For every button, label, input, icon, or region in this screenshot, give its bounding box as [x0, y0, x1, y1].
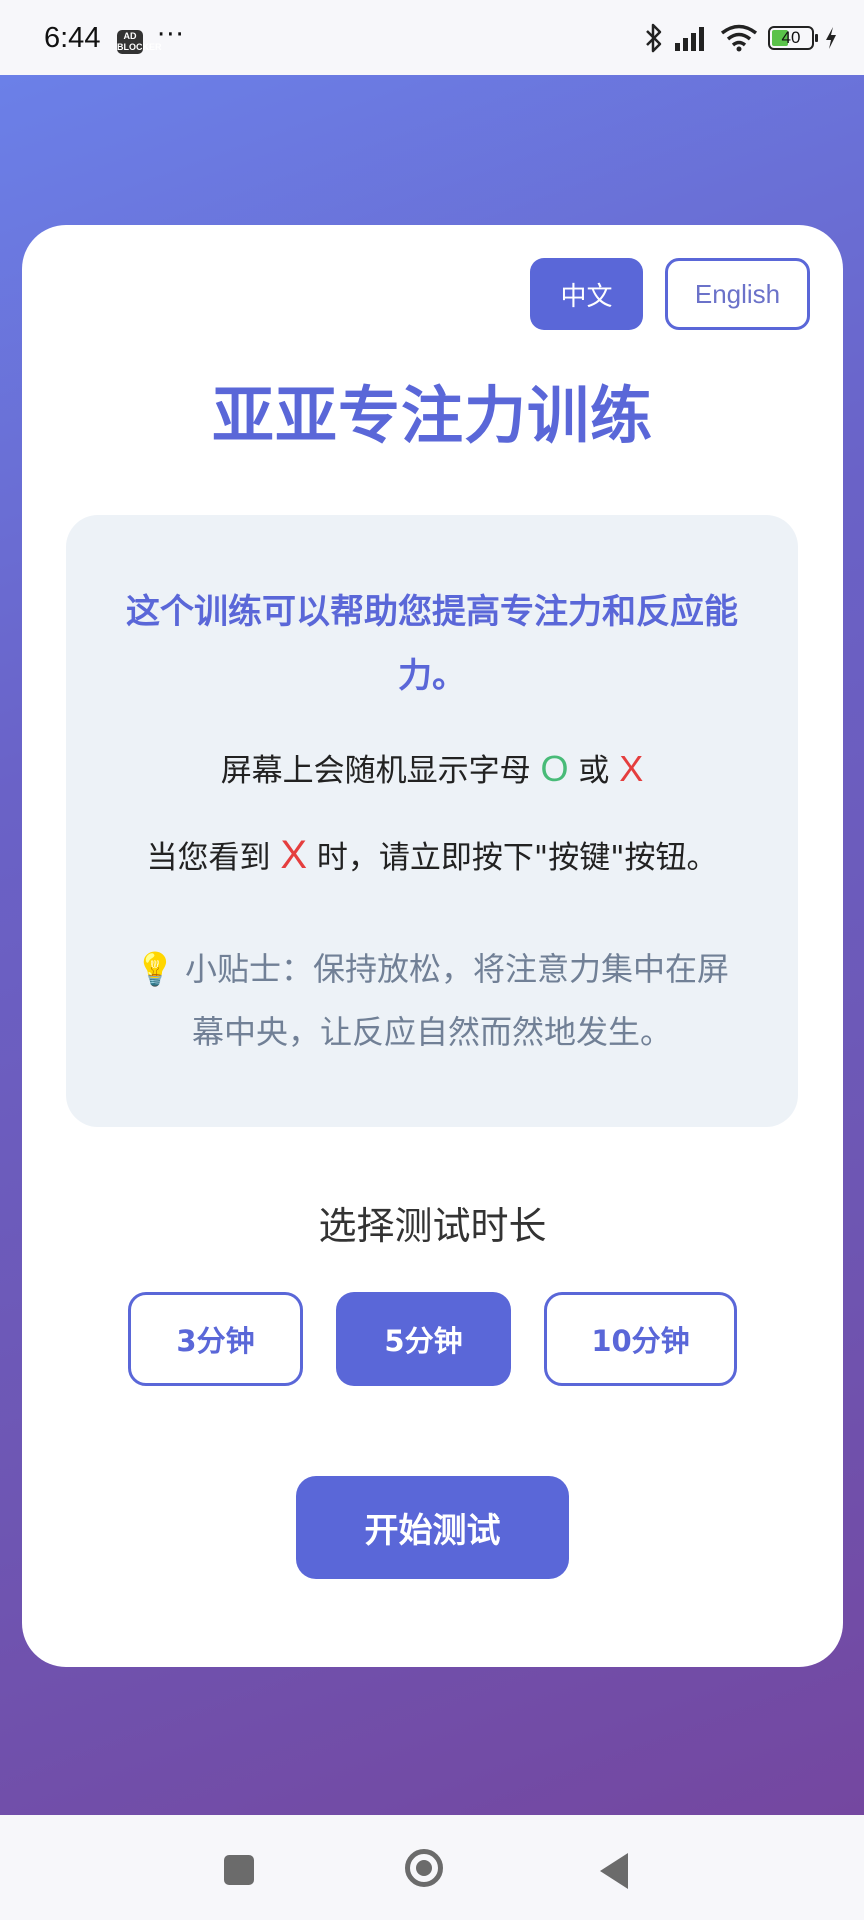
letter-o: O — [540, 748, 569, 789]
charging-icon — [826, 27, 836, 49]
status-bar: 6:44 AD BLOCKER ··· 40 — [0, 0, 864, 75]
home-icon[interactable] — [405, 1849, 443, 1887]
rule1-middle: 或 — [568, 753, 620, 789]
start-test-button[interactable]: 开始测试 — [296, 1476, 569, 1579]
navigation-bar — [0, 1815, 864, 1920]
rule2-suffix: 时，请立即按下"按键"按钮。 — [307, 840, 718, 876]
rule1-prefix: 屏幕上会随机显示字母 — [220, 753, 541, 789]
duration-label: 选择测试时长 — [318, 1204, 547, 1248]
back-icon[interactable] — [600, 1853, 628, 1889]
tip-text: 💡 小贴士：保持放松，将注意力集中在屏幕中央，让反应自然而然地发生。 — [120, 938, 744, 1064]
intro-text: 这个训练可以帮助您提高专注力和反应能力。 — [126, 592, 738, 696]
language-english-button[interactable]: English — [665, 258, 810, 330]
ad-blocker-icon: AD BLOCKER — [117, 30, 162, 54]
lightbulb-icon: 💡 — [134, 950, 175, 988]
rule-press-button: 当您看到 X 时，请立即按下"按键"按钮。 — [66, 832, 798, 878]
letter-x-highlight: X — [280, 833, 308, 877]
recent-apps-icon[interactable] — [224, 1855, 254, 1885]
status-time: 6:44 — [44, 22, 101, 54]
language-chinese-button[interactable]: 中文 — [530, 258, 643, 330]
signal-icon — [675, 27, 704, 51]
rule-display-letters: 屏幕上会随机显示字母 O 或 X — [66, 745, 798, 790]
tip-content: 小贴士：保持放松，将注意力集中在屏幕中央，让反应自然而然地发生。 — [185, 950, 730, 1051]
battery-icon: 40 — [768, 26, 818, 50]
rule2-prefix: 当您看到 — [146, 840, 281, 876]
wifi-icon — [720, 24, 758, 52]
duration-3-button[interactable]: 3分钟 — [128, 1292, 303, 1386]
more-notifications-icon: ··· — [157, 20, 185, 50]
duration-10-button[interactable]: 10分钟 — [544, 1292, 737, 1386]
bluetooth-icon — [646, 23, 662, 53]
letter-x: X — [619, 748, 644, 789]
page-title: 亚亚专注力训练 — [211, 379, 653, 452]
duration-5-button[interactable]: 5分钟 — [336, 1292, 511, 1386]
